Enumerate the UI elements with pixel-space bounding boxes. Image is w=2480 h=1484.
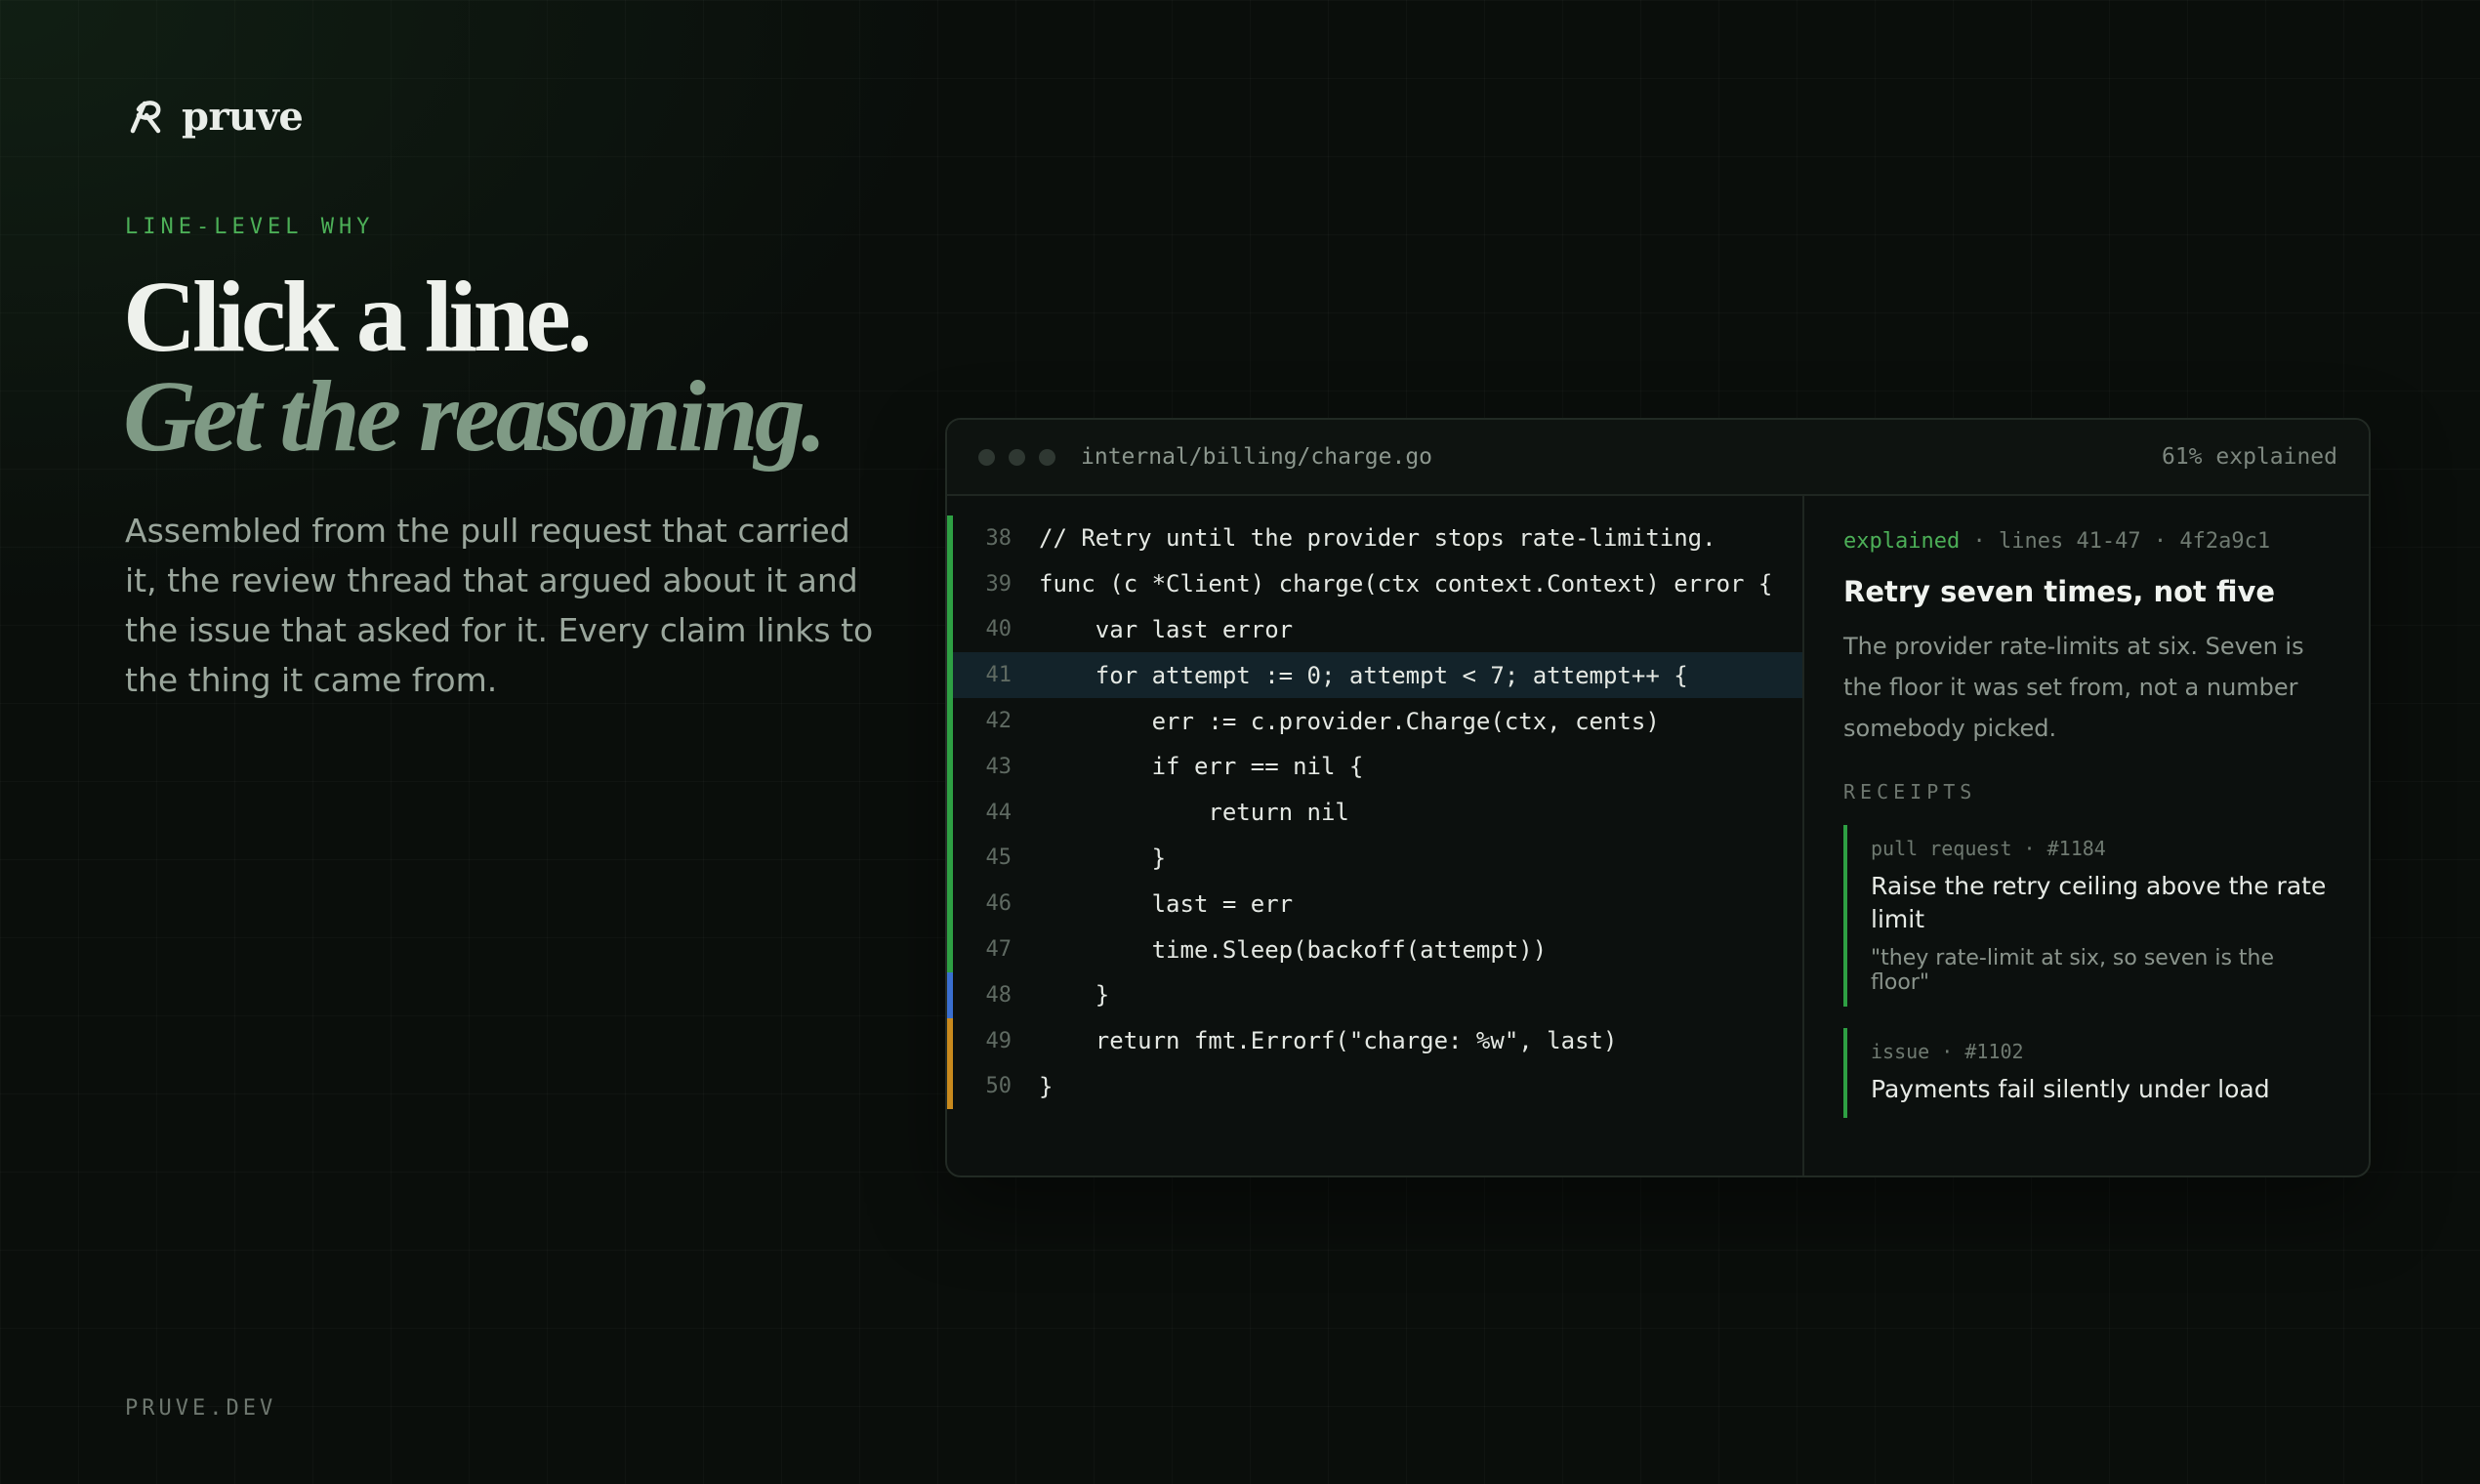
code-text: var last error: [1039, 615, 1294, 643]
code-text: time.Sleep(backoff(attempt)): [1039, 935, 1548, 964]
window-dot-icon[interactable]: [978, 448, 995, 466]
explained-lines: lines 41-47: [1998, 529, 2141, 554]
eyebrow-label: LINE-LEVEL WHY: [125, 215, 375, 239]
window-dot-icon[interactable]: [1009, 448, 1025, 466]
code-text: // Retry until the provider stops rate-l…: [1039, 524, 1716, 553]
explained-status-badge: explained: [1843, 529, 1961, 554]
code-line[interactable]: 43 if err == nil {: [947, 743, 1802, 790]
coverage-gutter-marker: [947, 515, 953, 561]
code-text: }: [1039, 844, 1167, 872]
code-text: last = err: [1039, 889, 1294, 918]
line-number: 39: [985, 571, 1013, 597]
receipt-title: Raise the retry ceiling above the rate l…: [1871, 872, 2327, 933]
code-line[interactable]: 42 err := c.provider.Charge(ctx, cents): [947, 698, 1802, 744]
brand-name: pruve: [182, 94, 304, 140]
code-text: }: [1039, 1072, 1054, 1100]
meta-separator: ·: [1929, 1040, 1965, 1063]
code-line[interactable]: 47 time.Sleep(backoff(attempt)): [947, 927, 1802, 972]
window-controls: [978, 448, 1055, 466]
line-number: 46: [985, 891, 1013, 917]
line-number: 42: [985, 709, 1013, 734]
file-path: internal/billing/charge.go: [1081, 444, 1433, 470]
code-line[interactable]: 50}: [947, 1063, 1802, 1110]
code-line[interactable]: 39 func (c *Client) charge(ctx context.Co…: [947, 560, 1802, 607]
code-text: for attempt := 0; attempt < 7; attempt++…: [1039, 661, 1688, 689]
coverage-gutter-marker: [947, 560, 953, 607]
window-titlebar: internal/billing/charge.go 61% explained: [947, 420, 2369, 496]
line-number: 38: [985, 525, 1013, 551]
footer-url-link[interactable]: PRUVE.DEV: [125, 1396, 276, 1421]
pruve-logo-icon: [130, 100, 161, 133]
code-text: return nil: [1039, 799, 1349, 827]
explanation-pane: explained · lines 41-47 · 4f2a9c1 Retry …: [1804, 496, 2369, 1175]
receipt-meta: issue · #1102: [1871, 1040, 2330, 1063]
receipt-title: Payments fail silently under load: [1871, 1075, 2270, 1103]
brand[interactable]: pruve: [125, 94, 304, 140]
receipts-label: RECEIPTS: [1843, 780, 1977, 804]
headline-line-2: Get the reasoning.: [123, 360, 827, 473]
receipt-ref-link[interactable]: #1102: [1964, 1040, 2023, 1063]
line-number: 50: [985, 1074, 1013, 1099]
code-text: err := c.provider.Charge(ctx, cents): [1039, 707, 1660, 735]
code-line[interactable]: 48 }: [947, 971, 1802, 1018]
code-window: internal/billing/charge.go 61% explained…: [945, 418, 2371, 1177]
receipt-quote: "they rate-limit at six, so seven is the…: [1871, 946, 2275, 995]
code-text: return fmt.Errorf("charge: %w", last): [1039, 1027, 1618, 1055]
meta-separator: ·: [2153, 529, 2180, 554]
code-line[interactable]: 41 for attempt := 0; attempt < 7; attemp…: [947, 652, 1802, 699]
receipt-meta: pull request · #1184: [1871, 837, 2330, 860]
headline-line-1: Click a line.: [123, 261, 593, 373]
line-number: 45: [985, 845, 1013, 871]
code-text: }: [1039, 981, 1110, 1010]
code-text: if err == nil {: [1039, 753, 1364, 781]
lede-paragraph: Assembled from the pull request that car…: [125, 512, 874, 699]
code-line[interactable]: 45 }: [947, 835, 1802, 882]
code-line[interactable]: 49 return fmt.Errorf("charge: %w", last): [947, 1017, 1802, 1064]
receipt-card[interactable]: issue · #1102 Payments fail silently unde…: [1843, 1028, 2330, 1118]
code-pane: 38 // Retry until the provider stops rate…: [947, 496, 1804, 1175]
coverage-gutter-marker: [947, 1017, 953, 1064]
coverage-gutter-marker: [947, 606, 953, 653]
code-line[interactable]: 44 return nil: [947, 789, 1802, 836]
window-dot-icon[interactable]: [1039, 448, 1055, 466]
receipts-list: pull request · #1184 Raise the retry ceil…: [1843, 825, 2330, 1118]
line-number: 44: [985, 800, 1013, 825]
meta-separator: ·: [1972, 529, 1999, 554]
meta-separator: ·: [2011, 837, 2047, 860]
line-number: 48: [985, 982, 1013, 1008]
explained-percentage: 61% explained: [2161, 444, 2337, 470]
coverage-gutter-marker: [947, 652, 953, 699]
window-body: 38 // Retry until the provider stops rate…: [947, 496, 2369, 1175]
coverage-gutter-marker: [947, 835, 953, 882]
code-line[interactable]: 46 last = err: [947, 881, 1802, 928]
receipt-ref-link[interactable]: #1184: [2047, 837, 2106, 860]
coverage-gutter-marker: [947, 743, 953, 790]
coverage-gutter-marker: [947, 698, 953, 744]
coverage-gutter-marker: [947, 881, 953, 928]
explanation-title: Retry seven times, not five: [1843, 575, 2276, 608]
line-number: 49: [985, 1028, 1013, 1053]
code-line[interactable]: 38 // Retry until the provider stops rate…: [947, 515, 1802, 561]
commit-hash-link[interactable]: 4f2a9c1: [2179, 529, 2270, 554]
explanation-meta: explained · lines 41-47 · 4f2a9c1: [1843, 529, 2330, 554]
line-number: 40: [985, 617, 1013, 642]
receipt-kind: pull request: [1871, 837, 2012, 860]
headline: Click a line. Get the reasoning.: [123, 261, 827, 473]
coverage-gutter-marker: [947, 1063, 953, 1110]
line-number: 43: [985, 754, 1013, 779]
code-line[interactable]: 40 var last error: [947, 606, 1802, 653]
line-number: 47: [985, 937, 1013, 963]
receipt-kind: issue: [1871, 1040, 1930, 1063]
coverage-gutter-marker: [947, 789, 953, 836]
receipt-card[interactable]: pull request · #1184 Raise the retry ceil…: [1843, 825, 2330, 1007]
code-text: func (c *Client) charge(ctx context.Cont…: [1039, 570, 1773, 598]
coverage-gutter-marker: [947, 971, 953, 1018]
line-number: 41: [985, 663, 1013, 688]
explanation-body: The provider rate-limits at six. Seven i…: [1843, 633, 2304, 742]
coverage-gutter-marker: [947, 927, 953, 972]
